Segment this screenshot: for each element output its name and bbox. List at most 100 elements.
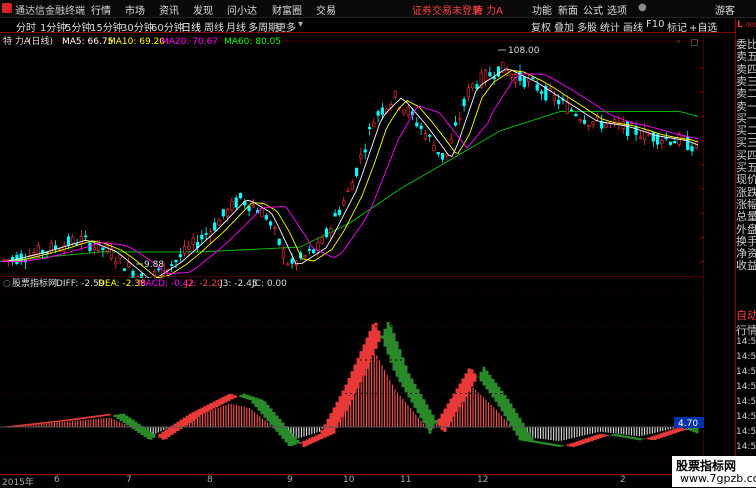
- indicator-panel[interactable]: 20.0015.0010.005.000.00-5.00 ○ 股票指标网 DIF…: [0, 276, 704, 474]
- candle-body: [605, 124, 608, 127]
- menu-faxian[interactable]: 发现: [193, 2, 213, 17]
- panel-collapse-icon[interactable]: ▢: [690, 38, 699, 48]
- candle-body: [33, 253, 36, 255]
- candle-body: [536, 85, 539, 90]
- candle-body: [454, 123, 457, 125]
- period-fenshi[interactable]: 分时: [16, 19, 36, 34]
- menu-gongshi[interactable]: 公式: [583, 2, 603, 17]
- menu-jiaoyi[interactable]: 交易: [316, 2, 336, 17]
- guest-label[interactable]: 游客: [715, 2, 735, 17]
- candle-body: [579, 120, 582, 121]
- tick-panel-header[interactable]: 自动: [736, 307, 756, 323]
- candle-body: [330, 228, 333, 232]
- candle-body: [368, 127, 371, 128]
- menu-wenxiaoda[interactable]: 问小达: [227, 2, 257, 17]
- candle-body: [325, 229, 328, 237]
- candle-body: [510, 74, 513, 77]
- candle-body: [424, 133, 427, 139]
- candle-body: [484, 71, 487, 81]
- candle-body: [54, 246, 57, 249]
- candle-body: [532, 78, 535, 79]
- tool-add-favorite[interactable]: +自选: [689, 19, 717, 34]
- candle-body: [428, 135, 431, 136]
- tick-time: 14:50: [736, 442, 756, 452]
- menu-xinmian[interactable]: 新面: [558, 2, 578, 17]
- candle-body: [403, 110, 406, 113]
- legend-ma10: MA10: 69.20: [108, 37, 165, 47]
- price-chart-svg[interactable]: 100.090.080.070.060.050.040.030.020.010.…: [0, 33, 704, 278]
- legend-ma5: MA5: 66.75: [62, 37, 113, 47]
- period-1min[interactable]: 1分钟: [40, 19, 66, 34]
- candle-body: [407, 108, 410, 115]
- candle-body: [84, 236, 87, 237]
- tool-diejia[interactable]: 叠加: [554, 19, 574, 34]
- candle-body: [11, 257, 14, 260]
- tool-fuquan[interactable]: 复权: [531, 19, 551, 34]
- candle-body: [115, 262, 118, 264]
- candle-body: [626, 122, 629, 136]
- period-15min[interactable]: 15分钟: [90, 19, 123, 34]
- menu-gongneng[interactable]: 功能: [532, 2, 552, 17]
- date-label: 2: [620, 475, 626, 485]
- menu-hangqing[interactable]: 行情: [91, 2, 111, 17]
- candle-body: [360, 155, 363, 158]
- chevron-down-icon[interactable]: ▾: [298, 19, 303, 30]
- candle-body: [691, 147, 694, 151]
- date-label: 7: [126, 475, 132, 485]
- user-icon[interactable]: ●: [638, 2, 647, 13]
- date-axis: 2015年 6 7 8 9 10 11 12 2: [0, 474, 704, 488]
- period-daily[interactable]: 日线: [181, 19, 201, 34]
- period-monthly[interactable]: 月线: [226, 19, 246, 34]
- candle-body: [188, 246, 191, 249]
- candle-body: [80, 237, 83, 244]
- tick-panel-header: 行情: [736, 322, 756, 338]
- candle-body: [239, 193, 242, 198]
- candle-body: [364, 150, 367, 152]
- candle-body: [570, 110, 573, 111]
- price-chart-panel[interactable]: 100.090.080.070.060.050.040.030.020.010.…: [0, 33, 704, 278]
- menu-shichang[interactable]: 市场: [125, 2, 145, 17]
- tool-f10[interactable]: F10: [646, 19, 664, 30]
- menu-caifuquan[interactable]: 财富圈: [272, 2, 302, 17]
- period-toolbar: 分时 1分钟 5分钟 15分钟 30分钟 60分钟 日线 周线 月线 多周期 更…: [0, 18, 735, 33]
- period-30min[interactable]: 30分钟: [121, 19, 154, 34]
- candle-body: [467, 88, 470, 97]
- menu-xuanxiang[interactable]: 选项: [607, 2, 627, 17]
- candle-body: [252, 206, 255, 207]
- candle-body: [523, 77, 526, 87]
- candle-body: [381, 108, 384, 115]
- candle-body: [441, 153, 444, 159]
- tool-huaxian[interactable]: 画线: [623, 19, 643, 34]
- tool-biaoji[interactable]: 标记: [667, 19, 687, 34]
- trade-status-notice[interactable]: 证券交易未登录: [412, 2, 482, 17]
- candle-body: [588, 125, 591, 126]
- period-more[interactable]: 更多: [276, 19, 296, 34]
- candle-body: [312, 250, 315, 253]
- date-label: 8: [207, 475, 213, 485]
- current-stock-name: 特 力A: [473, 2, 503, 17]
- menu-zixun[interactable]: 资讯: [159, 2, 179, 17]
- indicator-settings-icon[interactable]: ○: [3, 279, 11, 289]
- quote-field-label: 收益: [736, 257, 756, 273]
- tool-tongji[interactable]: 统计: [600, 19, 620, 34]
- indicator-name[interactable]: 股票指标网: [12, 277, 57, 289]
- candle-body: [433, 146, 436, 151]
- period-weekly[interactable]: 周线: [204, 19, 224, 34]
- period-5min[interactable]: 5分钟: [65, 19, 91, 34]
- candle-body: [355, 168, 358, 176]
- tick-time: 14:50: [736, 382, 756, 392]
- candle-body: [643, 129, 646, 140]
- candle-body: [639, 137, 642, 139]
- tool-duogu[interactable]: 多股: [577, 19, 597, 34]
- candle-body: [420, 126, 423, 129]
- quote-side-panel: L 000 委比卖五卖四卖三卖二卖一买一买二买三买四买五现价涨跌涨幅总量外盘换手…: [735, 18, 756, 474]
- candle-body: [583, 120, 586, 123]
- candle-body: [540, 92, 543, 94]
- indicator-chart-svg[interactable]: 20.0015.0010.005.000.00-5.00 ○ 股票指标网 DIF…: [0, 276, 704, 474]
- period-60min[interactable]: 60分钟: [151, 19, 184, 34]
- panel-settings-icon[interactable]: ◦: [676, 38, 681, 48]
- period-multi[interactable]: 多周期: [248, 19, 278, 34]
- indicator-j2: J2: -2.20: [184, 279, 223, 289]
- candle-body: [342, 201, 345, 205]
- candle-body: [437, 152, 440, 154]
